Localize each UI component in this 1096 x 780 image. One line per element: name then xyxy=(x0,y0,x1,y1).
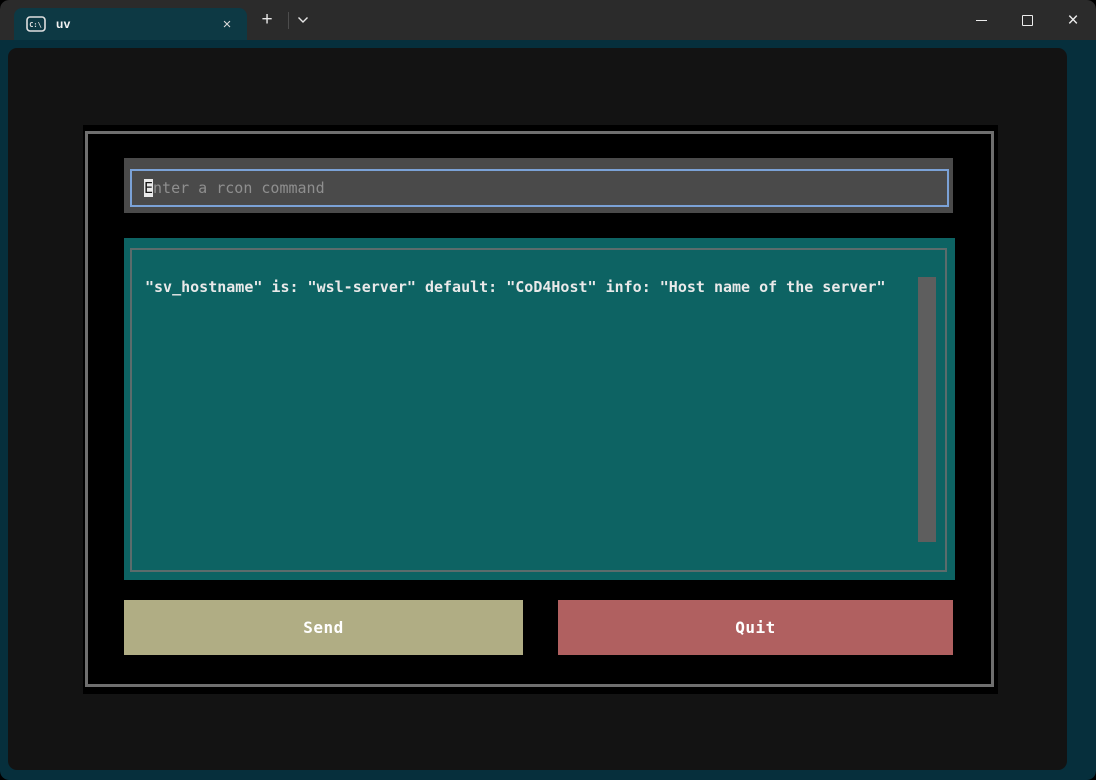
output-log-line: "sv_hostname" is: "wsl-server" default: … xyxy=(145,278,915,297)
input-placeholder: nter a rcon command xyxy=(153,179,325,197)
command-prompt-icon-label: C:\ xyxy=(29,21,42,29)
chevron-down-icon xyxy=(297,16,309,24)
window-controls: × xyxy=(958,0,1096,40)
terminal-viewport: Enter a rcon command "sv_hostname" is: "… xyxy=(8,48,1067,770)
titlebar-divider xyxy=(288,12,289,29)
scrollbar-thumb[interactable] xyxy=(918,277,936,542)
title-bar: C:\ uv × + × xyxy=(0,0,1096,40)
command-prompt-icon: C:\ xyxy=(26,16,46,32)
rcon-command-input-field[interactable]: Enter a rcon command xyxy=(130,169,949,207)
rcon-app-container: Enter a rcon command "sv_hostname" is: "… xyxy=(83,125,998,694)
quit-button[interactable]: Quit xyxy=(558,600,953,655)
send-button[interactable]: Send xyxy=(124,600,523,655)
close-window-button[interactable]: × xyxy=(1050,0,1096,40)
tab-dropdown-button[interactable] xyxy=(291,0,315,40)
text-cursor: E xyxy=(144,179,153,197)
tab-uv[interactable]: C:\ uv × xyxy=(14,8,247,40)
maximize-button[interactable] xyxy=(1004,0,1050,40)
terminal-window: C:\ uv × + × xyxy=(0,0,1096,780)
tab-close-icon[interactable]: × xyxy=(217,14,237,34)
rcon-command-input[interactable]: Enter a rcon command xyxy=(124,158,953,213)
rcon-output-log[interactable]: "sv_hostname" is: "wsl-server" default: … xyxy=(124,238,955,580)
new-tab-button[interactable]: + xyxy=(252,0,282,40)
minimize-icon xyxy=(976,20,987,21)
close-icon: × xyxy=(1067,11,1078,30)
tab-title: uv xyxy=(56,17,71,31)
minimize-button[interactable] xyxy=(958,0,1004,40)
terminal-frame: Enter a rcon command "sv_hostname" is: "… xyxy=(0,40,1096,780)
maximize-icon xyxy=(1022,15,1033,26)
